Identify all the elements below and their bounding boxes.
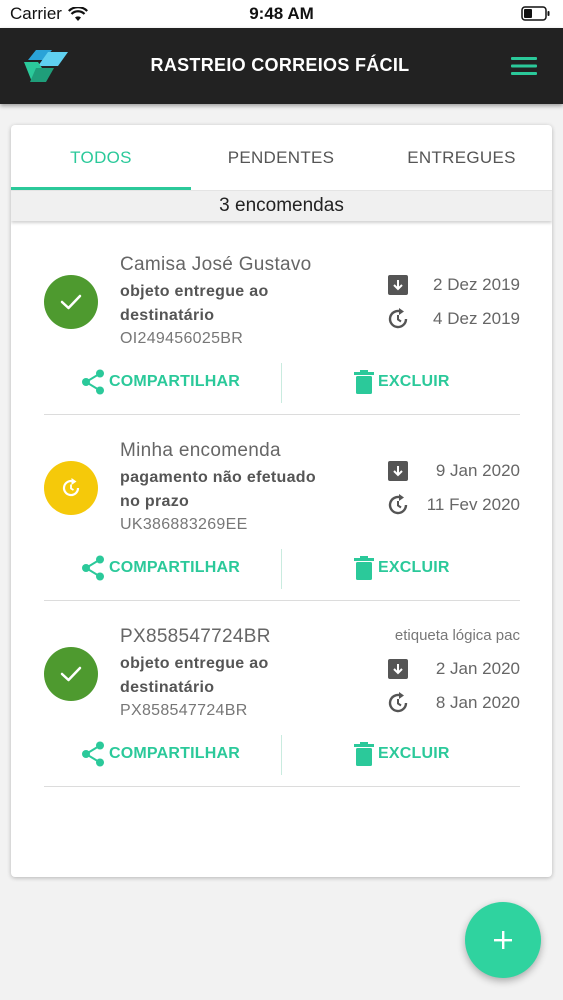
share-button[interactable]: COMPARTILHAR: [81, 729, 240, 779]
shipment-name: Minha encomenda: [120, 440, 281, 461]
share-label: COMPARTILHAR: [109, 559, 240, 576]
checkmark-icon: [60, 666, 82, 682]
item-actions: COMPARTILHAR EXCLUIR: [44, 543, 520, 601]
share-icon: [82, 369, 104, 395]
item-actions: COMPARTILHAR EXCLUIR: [44, 729, 520, 787]
active-tab-indicator: [11, 187, 191, 190]
plus-icon: [494, 931, 512, 949]
share-label: COMPARTILHAR: [109, 373, 240, 390]
archive-icon: [386, 459, 410, 483]
updated-date-row: 11 Fev 2020: [386, 493, 520, 517]
tab-entregues[interactable]: ENTREGUES: [371, 125, 552, 191]
history-icon: [386, 493, 410, 517]
add-shipment-button[interactable]: [465, 902, 541, 978]
updated-date-row: 4 Dez 2019: [386, 307, 520, 331]
posted-date-row: 2 Jan 2020: [386, 657, 520, 681]
status-time: 9:48 AM: [249, 4, 314, 23]
action-divider: [281, 735, 282, 775]
shipment-status: objeto entregue ao destinatário: [120, 655, 269, 696]
app-bar: RASTREIO CORREIOS FÁCIL: [0, 28, 563, 104]
shipment-item[interactable]: Camisa José Gustavo objeto entregue ao d…: [11, 235, 552, 421]
updated-date: 4 Dez 2019: [433, 309, 520, 328]
posted-date: 2 Dez 2019: [433, 275, 520, 294]
shipments-card: TODOS PENDENTES ENTREGUES 3 encomendas C…: [11, 125, 552, 877]
tab-todos[interactable]: TODOS: [11, 125, 191, 191]
trash-icon: [354, 556, 374, 580]
filter-tabs: TODOS PENDENTES ENTREGUES: [11, 125, 552, 191]
delivered-status-icon: [44, 647, 98, 701]
delete-button[interactable]: EXCLUIR: [354, 729, 450, 779]
shipment-count: 3 encomendas: [11, 191, 552, 221]
status-bar: Carrier 9:48 AM: [0, 0, 563, 28]
action-divider: [281, 363, 282, 403]
archive-icon: [386, 273, 410, 297]
delete-button[interactable]: EXCLUIR: [354, 357, 450, 407]
shipment-item[interactable]: Minha encomenda pagamento não efetuado n…: [11, 421, 552, 607]
app-title: RASTREIO CORREIOS FÁCIL: [150, 55, 410, 75]
posted-date-row: 2 Dez 2019: [386, 273, 520, 297]
hamburger-menu-icon: [511, 57, 537, 75]
history-icon: [386, 307, 410, 331]
posted-date: 9 Jan 2020: [435, 461, 520, 480]
checkmark-icon: [60, 294, 82, 310]
battery-icon: [521, 6, 551, 27]
delete-button[interactable]: EXCLUIR: [354, 543, 450, 593]
refresh-icon: [62, 478, 80, 497]
delete-label: EXCLUIR: [378, 373, 450, 390]
posted-date-row: 9 Jan 2020: [386, 459, 520, 483]
shipment-item[interactable]: PX858547724BR objeto entregue ao destina…: [11, 607, 552, 793]
shipment-tag: etiqueta lógica pac: [394, 627, 520, 644]
share-icon: [82, 555, 104, 581]
trash-icon: [354, 370, 374, 394]
updated-date-row: 8 Jan 2020: [386, 691, 520, 715]
share-label: COMPARTILHAR: [109, 745, 240, 762]
posted-date: 2 Jan 2020: [435, 659, 520, 678]
archive-icon: [386, 657, 410, 681]
tab-pendentes[interactable]: PENDENTES: [191, 125, 371, 191]
shipment-status: objeto entregue ao destinatário: [120, 283, 269, 324]
item-actions: COMPARTILHAR EXCLUIR: [44, 357, 520, 415]
shipment-name: Camisa José Gustavo: [120, 254, 312, 275]
pending-status-icon: [44, 461, 98, 515]
menu-button[interactable]: [511, 56, 537, 81]
shipment-name: PX858547724BR: [120, 626, 271, 647]
tracking-code: PX858547724BR: [120, 702, 248, 719]
delete-label: EXCLUIR: [378, 559, 450, 576]
tracking-code: UK386883269EE: [120, 516, 248, 533]
share-button[interactable]: COMPARTILHAR: [81, 543, 240, 593]
updated-date: 11 Fev 2020: [426, 495, 520, 514]
share-icon: [82, 741, 104, 767]
delivered-status-icon: [44, 275, 98, 329]
updated-date: 8 Jan 2020: [435, 693, 520, 712]
tracking-code: OI249456025BR: [120, 330, 244, 347]
shipment-status: pagamento não efetuado no prazo: [120, 469, 316, 510]
share-button[interactable]: COMPARTILHAR: [81, 357, 240, 407]
history-icon: [386, 691, 410, 715]
delete-label: EXCLUIR: [378, 745, 450, 762]
action-divider: [281, 549, 282, 589]
trash-icon: [354, 742, 374, 766]
